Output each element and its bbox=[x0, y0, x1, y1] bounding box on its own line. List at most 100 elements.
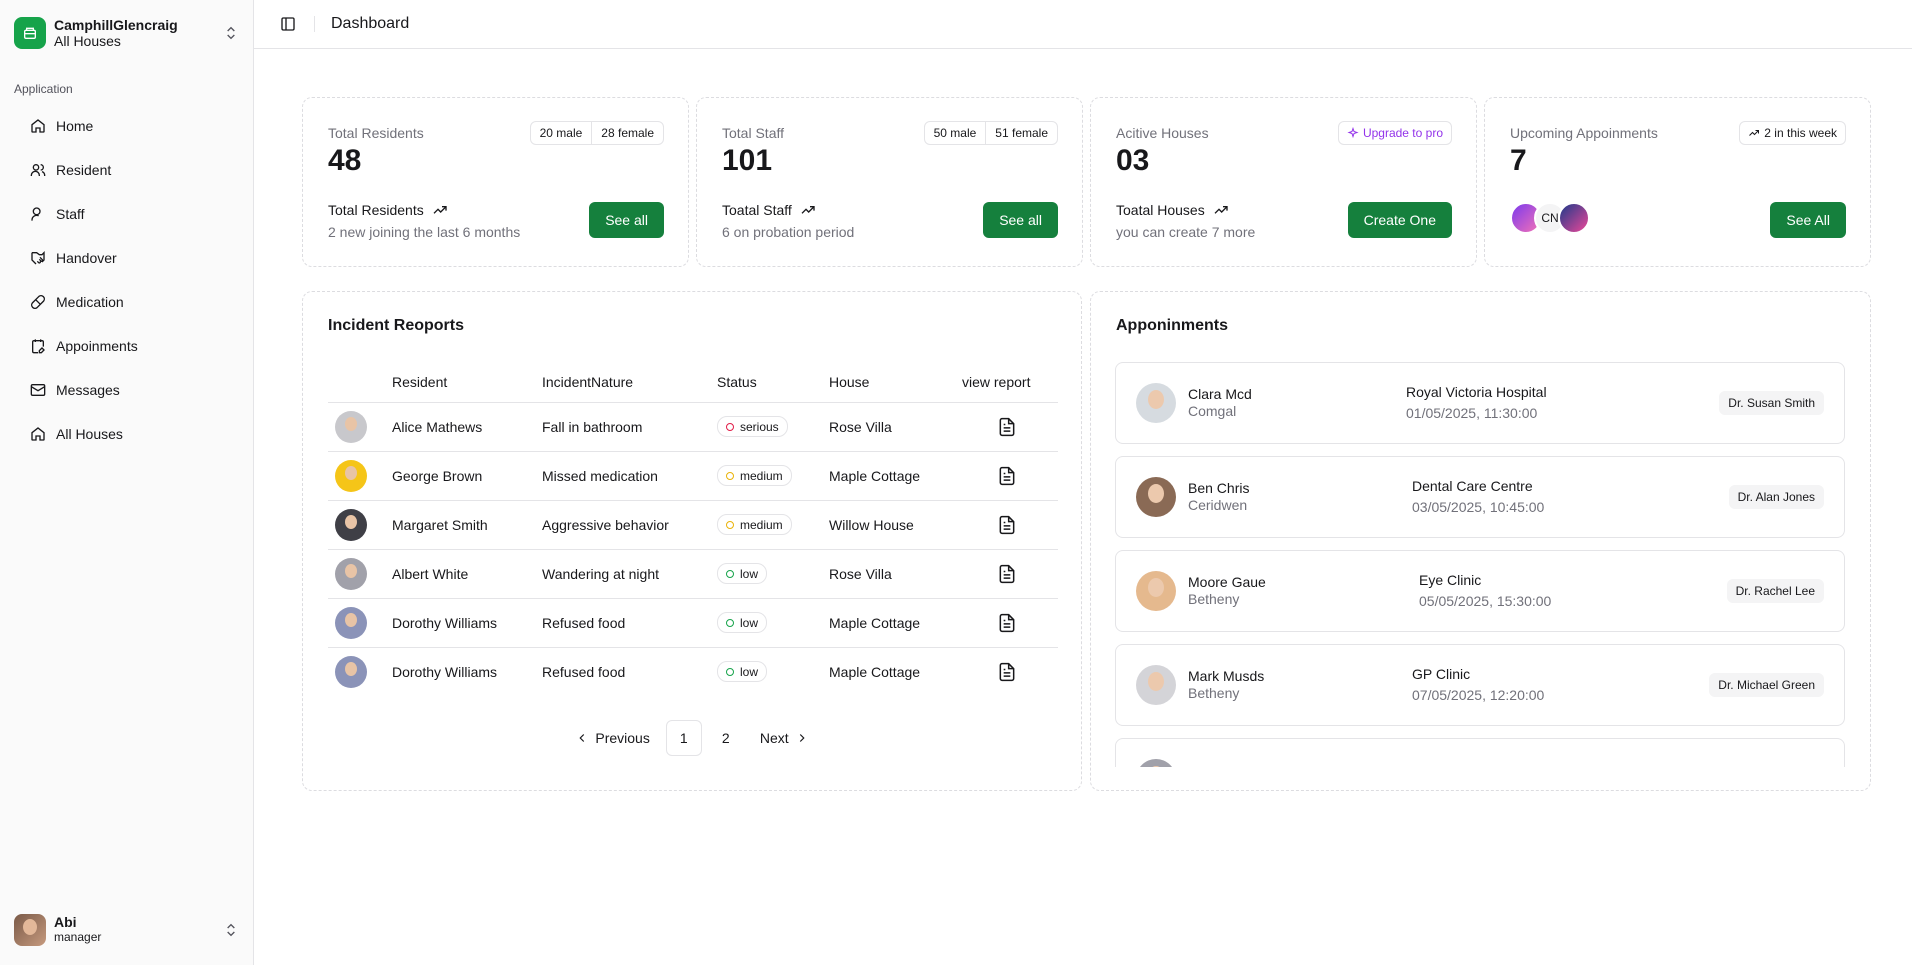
sidebar-item-handover[interactable]: Handover bbox=[22, 236, 231, 280]
resident-cell: Dorothy Williams bbox=[392, 663, 498, 680]
avatar bbox=[335, 655, 367, 688]
appointments-card: Apponinments Clara Mcd Comgal Royal Victor… bbox=[1090, 291, 1871, 791]
avatar bbox=[335, 459, 367, 492]
status-dot-icon bbox=[726, 618, 734, 627]
sidebar-item-label: Medication bbox=[56, 294, 124, 310]
appointment-time: 01/05/2025, 11:30:00 bbox=[1406, 405, 1538, 421]
trending-up-icon bbox=[801, 206, 815, 214]
sidebar-toggle-icon[interactable] bbox=[280, 16, 296, 32]
status-label: medium bbox=[740, 468, 783, 483]
status-badge: medium bbox=[717, 465, 792, 486]
see-all-residents-button[interactable]: See all bbox=[589, 202, 664, 238]
table-row: Dorothy Williams Refused food low Maple Cot… bbox=[328, 647, 1058, 696]
status-badge: low bbox=[717, 563, 768, 584]
app: CamphillGlencraig All Houses Application… bbox=[0, 0, 1912, 965]
avatar bbox=[1136, 477, 1176, 517]
status-badge: medium bbox=[717, 514, 792, 535]
status-label: low bbox=[740, 664, 759, 679]
status-badge: serious bbox=[717, 416, 788, 437]
see-all-appointments-button[interactable]: See All bbox=[1770, 202, 1846, 238]
sidebar-item-appoinments[interactable]: Appoinments bbox=[22, 324, 231, 368]
trending-up-icon bbox=[1214, 206, 1228, 214]
sidebar-item-resident[interactable]: Resident bbox=[22, 148, 231, 192]
page-title: Dashboard bbox=[331, 15, 410, 32]
stat-foot-title-text: Toatal Houses bbox=[1116, 202, 1205, 218]
user-menu[interactable]: Abi manager bbox=[0, 909, 253, 965]
user-name: Abi bbox=[54, 914, 77, 930]
sidebar-item-all-houses[interactable]: All Houses bbox=[22, 412, 231, 456]
stat-foot-title-text: Total Residents bbox=[328, 202, 424, 218]
home-icon bbox=[31, 119, 45, 133]
sidebar-item-home[interactable]: Home bbox=[22, 104, 231, 148]
sidebar-item-label: Messages bbox=[56, 382, 120, 398]
sidebar-item-messages[interactable]: Messages bbox=[22, 368, 231, 412]
avatar bbox=[335, 557, 367, 590]
stat-foot-title: Toatal Staff bbox=[722, 202, 816, 218]
sidebar-item-label: Handover bbox=[56, 250, 117, 266]
stat-card-appointments: Upcoming Appoinments 7 2 in this week CN… bbox=[1484, 97, 1871, 267]
stat-value: 101 bbox=[722, 144, 773, 177]
house-cell: Maple Cottage bbox=[829, 451, 962, 501]
stat-card-staff: Total Staff 101 50 male 51 female Toatal… bbox=[696, 97, 1083, 267]
appointment-house: Betheny bbox=[1188, 685, 1240, 701]
appointment-item[interactable]: Ben Chris Ceridwen Dental Care Centre 03/05… bbox=[1115, 456, 1845, 538]
appointment-item[interactable]: Mathew MacklCardiology Department bbox=[1115, 738, 1845, 767]
female-count: 28 female bbox=[591, 122, 663, 144]
home-icon bbox=[31, 427, 45, 441]
stat-foot-sub: 6 on probation period bbox=[722, 224, 855, 240]
col-status: Status bbox=[717, 362, 829, 403]
house-cell: Rose Villa bbox=[829, 549, 962, 599]
org-switcher[interactable]: CamphillGlencraig All Houses bbox=[0, 0, 253, 50]
next-label: Next bbox=[759, 730, 789, 746]
status-badge: low bbox=[717, 612, 768, 633]
user-icon bbox=[31, 207, 41, 221]
doctor-badge: Dr. Michael Green bbox=[1709, 673, 1824, 697]
page-2-button[interactable]: 2 bbox=[708, 720, 744, 756]
create-house-button[interactable]: Create One bbox=[1347, 202, 1452, 238]
chevron-left-icon bbox=[579, 734, 585, 742]
file-text-icon[interactable] bbox=[997, 416, 1017, 438]
col-view-report: view report bbox=[962, 362, 1058, 403]
nav-list: Home Resident Staff Handover Medication … bbox=[0, 104, 253, 456]
sidebar-item-staff[interactable]: Staff bbox=[22, 192, 231, 236]
appointment-location: Eye Clinic bbox=[1419, 572, 1482, 588]
doctor-badge: Dr. Alan Jones bbox=[1728, 485, 1824, 509]
table-header-row: Resident IncidentNature Status House vie… bbox=[328, 362, 1058, 403]
appointment-item[interactable]: Moore Gaue Betheny Eye Clinic 05/05/2025, 1… bbox=[1115, 550, 1845, 632]
sidebar-item-medication[interactable]: Medication bbox=[22, 280, 231, 324]
status-dot-icon bbox=[726, 667, 734, 676]
appointment-item[interactable]: Mark Musds Betheny GP Clinic 07/05/2025, 12… bbox=[1115, 644, 1845, 726]
page-1-button[interactable]: 1 bbox=[665, 720, 702, 756]
see-all-staff-button[interactable]: See all bbox=[983, 202, 1058, 238]
resident-cell: Albert White bbox=[392, 549, 542, 599]
file-text-icon[interactable] bbox=[997, 514, 1017, 536]
avatar bbox=[1136, 759, 1176, 767]
org-sub: All Houses bbox=[54, 33, 121, 49]
chevrons-up-down-icon bbox=[227, 923, 235, 937]
upgrade-pro-badge[interactable]: Upgrade to pro bbox=[1337, 121, 1452, 145]
nature-cell: Aggressive behavior bbox=[542, 500, 717, 550]
appointment-house: Comgal bbox=[1188, 403, 1237, 419]
previous-page-button[interactable]: Previous bbox=[565, 720, 659, 756]
stat-foot-title: Toatal Houses bbox=[1116, 202, 1229, 218]
status-dot-icon bbox=[726, 569, 734, 578]
file-text-icon[interactable] bbox=[997, 661, 1017, 683]
resident-cell: Alice Mathews bbox=[392, 402, 542, 452]
appointments-list: Clara Mcd Comgal Royal Victoria Hospital 01… bbox=[1115, 362, 1845, 767]
next-page-button[interactable]: Next bbox=[750, 720, 819, 756]
stat-card-residents: Total Residents 48 20 male 28 female Tot… bbox=[302, 97, 689, 267]
appointment-location: GP Clinic bbox=[1412, 666, 1471, 682]
file-text-icon[interactable] bbox=[997, 563, 1017, 585]
card-title: Apponinments bbox=[1116, 317, 1228, 334]
nature-cell: Refused food bbox=[542, 663, 626, 680]
file-text-icon[interactable] bbox=[997, 612, 1017, 634]
appointment-house: Ceridwen bbox=[1188, 497, 1248, 513]
org-name: CamphillGlencraig bbox=[54, 17, 178, 33]
file-text-icon[interactable] bbox=[997, 465, 1017, 487]
trending-up-icon bbox=[1749, 130, 1760, 136]
appointment-person: Mark Musds bbox=[1188, 668, 1265, 684]
appointment-item[interactable]: Clara Mcd Comgal Royal Victoria Hospital 01… bbox=[1115, 362, 1845, 444]
avatar bbox=[335, 508, 367, 541]
doctor-badge: Dr. Susan Smith bbox=[1719, 391, 1824, 415]
mail-icon bbox=[30, 384, 46, 396]
